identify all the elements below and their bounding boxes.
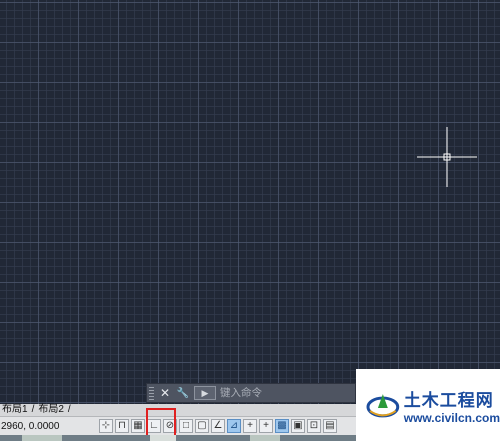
taskbar-item[interactable] [250, 435, 280, 441]
tab-layout1[interactable]: 布局1 [0, 404, 30, 415]
close-icon[interactable]: ✕ [158, 386, 172, 400]
watermark-title: 土木工程网 [403, 390, 494, 411]
layout-tabs: 布局1/布局2/ [0, 404, 360, 416]
watermark-url: www.civilcn.com [403, 410, 500, 425]
grid-display-icon[interactable]: ▦ [131, 419, 145, 433]
snap-mode-icon[interactable]: ⊹ [99, 419, 113, 433]
wrench-icon[interactable]: 🔧 [176, 388, 190, 399]
prompt-dropdown-icon[interactable]: ▶ [194, 386, 216, 400]
status-toolbar: ⊹ ⊓ ▦ ∟ ⊘ □ ▢ ∠ ⊿ + + ▩ ▣ ⊡ ▤ [99, 419, 339, 433]
dynamic-ucs-icon[interactable]: ⊿ [227, 419, 241, 433]
lineweight-icon[interactable]: + [259, 419, 273, 433]
watermark-logo: 土木工程网 www.civilcn.com [356, 369, 500, 441]
annotation-monitor-icon[interactable]: ▤ [323, 419, 337, 433]
taskbar-item[interactable] [150, 435, 176, 441]
dynamic-input-icon[interactable]: + [243, 419, 257, 433]
command-input[interactable] [220, 387, 340, 399]
drag-grip-icon[interactable] [149, 386, 154, 400]
cursor-crosshair-icon [417, 127, 477, 187]
ortho-highlight-box [146, 408, 176, 438]
tab-layout2[interactable]: 布局2 [36, 404, 66, 415]
taskbar-item[interactable] [22, 435, 62, 441]
coordinate-readout: 2960, 0.0000 [1, 420, 60, 432]
civilcn-logo-icon [366, 394, 400, 418]
taskbar [0, 435, 360, 441]
status-bar: 2960, 0.0000 ⊹ ⊓ ▦ ∟ ⊘ □ ▢ ∠ ⊿ + + ▩ ▣ ⊡ ▤ [0, 416, 360, 435]
transparency-icon[interactable]: ▩ [275, 419, 289, 433]
command-line: ✕ 🔧 ▶ [146, 383, 356, 403]
drawing-canvas[interactable] [0, 0, 500, 404]
3d-osnap-icon[interactable]: ▢ [195, 419, 209, 433]
tab-separator: / [67, 404, 71, 415]
selection-cycling-icon[interactable]: ⊡ [307, 419, 321, 433]
infer-icon[interactable]: ⊓ [115, 419, 129, 433]
quick-properties-icon[interactable]: ▣ [291, 419, 305, 433]
osnap-icon[interactable]: □ [179, 419, 193, 433]
object-tracking-icon[interactable]: ∠ [211, 419, 225, 433]
